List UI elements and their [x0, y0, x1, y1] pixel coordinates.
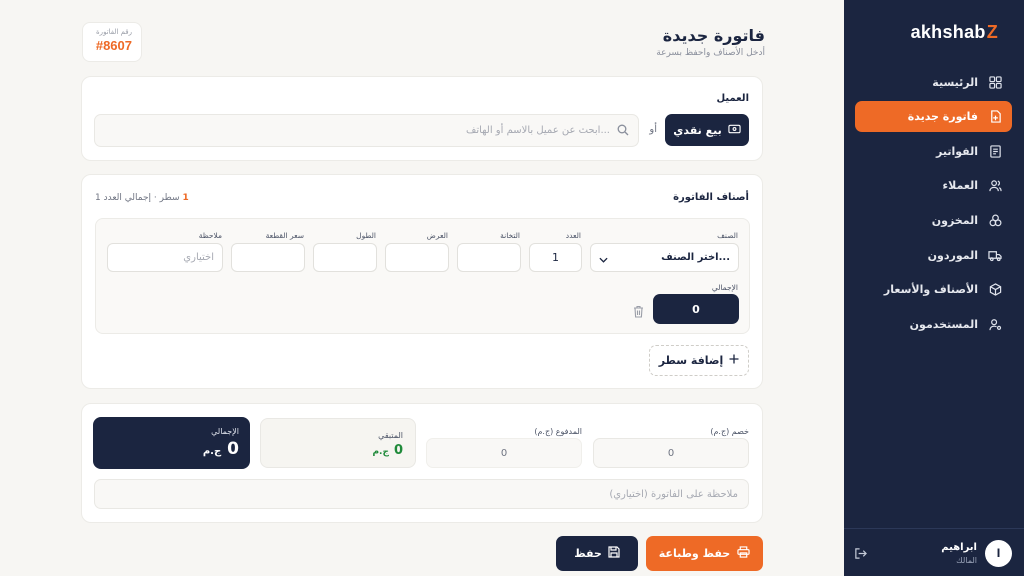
dashboard-icon — [988, 76, 1002, 90]
save-label: حفظ — [574, 547, 602, 560]
or-text: أو — [649, 124, 657, 135]
remaining-label: المتبقي — [378, 431, 403, 440]
remaining-box: المتبقي 0 ج.م — [260, 418, 416, 468]
invoice-items-card: أصناف الفاتورة 1 سطر · إجمالي العدد 1 ال… — [81, 174, 763, 389]
plus-icon — [729, 354, 739, 367]
save-print-label: حفظ وطباعة — [658, 547, 731, 560]
qty-label: العدد — [565, 231, 581, 240]
width-input[interactable] — [385, 243, 449, 272]
user-role: المالك — [956, 556, 977, 565]
cash-sale-button[interactable]: بيع نقدي — [665, 114, 749, 146]
invoice-number-badge: رقم الفاتورة #8607 — [82, 22, 142, 62]
grand-total-box: الإجمالي 0 ج.م — [93, 417, 250, 469]
row-total-value: 0 — [653, 294, 739, 324]
sidebar-item-label: الموردون — [927, 249, 978, 262]
grand-total-value: 0 — [227, 439, 239, 459]
sidebar-item-label: الفواتير — [936, 145, 978, 158]
note-placeholder: اختياري — [183, 252, 214, 263]
add-row-label: إضافة سطر — [658, 354, 724, 367]
paid-label: المدفوع (ج.م) — [534, 427, 582, 436]
sidebar-item-suppliers[interactable]: الموردون — [855, 240, 1012, 271]
items-summary-text: 1 سطر · إجمالي العدد — [95, 193, 180, 203]
box-icon — [988, 283, 1002, 297]
users-settings-icon — [988, 318, 1002, 332]
discount-label: خصم (ج.م) — [710, 427, 749, 436]
save-button[interactable]: حفظ — [556, 536, 638, 571]
page-title: فاتورة جديدة — [662, 26, 765, 45]
brand-logo[interactable]: akhshab Z — [911, 22, 998, 43]
remaining-value: 0 — [393, 443, 403, 458]
thickness-label: التخانة — [500, 231, 520, 240]
note-label: ملاحظة — [198, 231, 222, 240]
sidebar-item-items-prices[interactable]: الأصناف والأسعار — [855, 274, 1012, 305]
qty-input[interactable]: 1 — [529, 243, 582, 272]
brand-name: akhshab — [910, 22, 986, 42]
remaining-currency: ج.م — [372, 447, 389, 457]
grand-total-currency: ج.م — [202, 446, 222, 457]
save-print-button[interactable]: حفظ وطباعة — [646, 536, 763, 571]
sidebar-item-invoices[interactable]: الفواتير — [855, 136, 1012, 167]
item-label: الصنف — [717, 231, 738, 240]
sidebar-item-label: المستخدمون — [909, 318, 978, 331]
items-summary: 1 سطر · إجمالي العدد 1 — [95, 193, 189, 203]
remaining-amount: 0 ج.م — [372, 443, 403, 458]
invoices-icon — [988, 145, 1002, 159]
totals-card: خصم (ج.م) 0 المدفوع (ج.م) 0 المتبقي 0 ج.… — [81, 403, 763, 523]
thickness-input[interactable] — [457, 243, 521, 272]
sidebar-item-users[interactable]: المستخدمون — [855, 309, 1012, 340]
new-invoice-icon — [988, 110, 1002, 124]
sidebar-item-new-invoice[interactable]: فاتورة جديدة — [855, 101, 1012, 132]
sidebar-item-label: المخزون — [931, 214, 978, 227]
invoice-note-placeholder: ملاحظة على الفاتورة (اختياري) — [609, 488, 738, 500]
invoice-note-input[interactable]: ملاحظة على الفاتورة (اختياري) — [94, 479, 749, 509]
width-label: العرض — [426, 231, 448, 240]
grand-total-label: الإجمالي — [211, 427, 239, 436]
row-total-label: الإجمالي — [711, 283, 738, 292]
sidebar-item-home[interactable]: الرئيسية — [855, 67, 1012, 98]
sidebar-item-label: العملاء — [942, 179, 978, 192]
brand-mark: Z — [986, 22, 998, 42]
length-label: الطول — [356, 231, 376, 240]
sidebar-item-label: الأصناف والأسعار — [883, 283, 978, 296]
item-select-value: اختر الصنف... — [661, 252, 730, 263]
note-input[interactable]: اختياري — [107, 243, 223, 272]
customer-card: العميل بيع نقدي أو ابحث عن عميل بالاسم أ… — [81, 76, 763, 161]
item-select[interactable]: اختر الصنف... — [590, 243, 739, 272]
invoice-number: #8607 — [95, 38, 132, 53]
customer-title: العميل — [716, 93, 749, 104]
avatar[interactable]: ا — [985, 540, 1012, 567]
sidebar-item-label: الرئيسية — [932, 76, 978, 89]
trash-icon[interactable] — [633, 303, 644, 322]
sidebar-item-customers[interactable]: العملاء — [855, 170, 1012, 201]
logout-icon[interactable] — [854, 545, 868, 559]
paid-input[interactable]: 0 — [426, 438, 582, 468]
save-icon — [608, 546, 620, 561]
inventory-icon — [988, 214, 1002, 228]
page-subtitle: أدخل الأصناف واحفظ بسرعة — [656, 48, 765, 58]
grand-total-amount: 0 ج.م — [203, 439, 239, 459]
sidebar-item-label: فاتورة جديدة — [907, 110, 978, 123]
price-label: سعر القطعة — [265, 231, 304, 240]
user-name: ابراهيم — [941, 542, 977, 553]
cash-sale-label: بيع نقدي — [673, 123, 722, 137]
sidebar-item-inventory[interactable]: المخزون — [855, 205, 1012, 236]
user-panel: ا ابراهيم المالك — [844, 528, 1024, 576]
customer-search-input[interactable]: ابحث عن عميل بالاسم أو الهاتف... — [94, 114, 639, 147]
add-row-button[interactable]: إضافة سطر — [649, 345, 749, 376]
cash-icon — [728, 124, 741, 137]
items-title: أصناف الفاتورة — [673, 192, 749, 203]
item-row: الصنف العدد التخانة العرض الطول سعر القط… — [95, 218, 750, 334]
truck-icon — [988, 249, 1002, 263]
customer-search-placeholder: ابحث عن عميل بالاسم أو الهاتف... — [466, 125, 610, 136]
invoice-number-label: رقم الفاتورة — [96, 28, 132, 36]
length-input[interactable] — [313, 243, 377, 272]
price-input[interactable] — [231, 243, 305, 272]
customers-icon — [988, 179, 1002, 193]
printer-icon — [737, 546, 750, 561]
discount-input[interactable]: 0 — [593, 438, 749, 468]
items-count: 1 — [182, 193, 189, 203]
sidebar: akhshab Z الرئيسية فاتورة جديدة الفواتير … — [844, 0, 1024, 576]
chevron-down-icon — [599, 248, 608, 267]
search-icon — [617, 121, 629, 140]
